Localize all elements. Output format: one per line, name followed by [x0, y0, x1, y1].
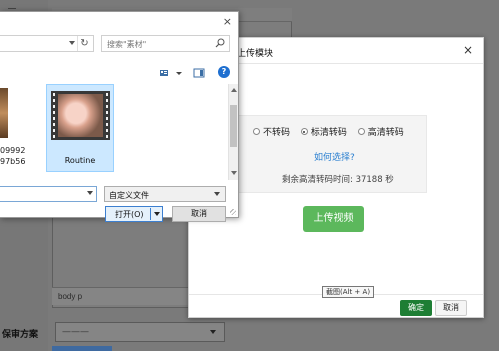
- cancel-button[interactable]: 取消: [172, 206, 226, 222]
- option-no-transcode[interactable]: 不转码: [253, 125, 290, 138]
- chevron-down-icon[interactable]: [87, 191, 93, 195]
- search-input[interactable]: 搜索"素材": [101, 35, 230, 52]
- how-to-choose-link[interactable]: 如何选择?: [314, 150, 355, 163]
- address-bar[interactable]: ↻: [0, 35, 94, 52]
- filetype-value: 自定义文件: [109, 191, 149, 200]
- background-button: [52, 346, 112, 351]
- background-field-label: 保审方案: [2, 330, 39, 340]
- transcode-panel: 不转码 标清转码 高清转码 如何选择? 剩余高清转码时间: 37188 秒: [234, 115, 427, 193]
- radio-icon: [253, 128, 260, 135]
- background-left-mark: [8, 8, 16, 9]
- scrollbar-thumb[interactable]: [230, 105, 237, 147]
- close-icon[interactable]: ×: [223, 15, 232, 28]
- chevron-down-icon[interactable]: [69, 41, 75, 45]
- close-icon[interactable]: ×: [463, 43, 473, 57]
- filename-input[interactable]: [0, 186, 97, 202]
- scroll-up-icon[interactable]: [231, 88, 237, 92]
- file-name: Routine: [64, 156, 96, 165]
- file-name-partial: 09992 97b56: [0, 146, 26, 166]
- file-tile-routine[interactable]: Routine: [46, 84, 114, 172]
- modal-title: 上传模块: [237, 49, 274, 59]
- cancel-button[interactable]: 取消: [435, 300, 467, 316]
- video-file-icon: [51, 91, 110, 140]
- vertical-scrollbar[interactable]: [228, 84, 238, 180]
- chevron-down-icon[interactable]: [154, 212, 160, 216]
- chevron-down-icon: [214, 192, 220, 196]
- scroll-down-icon[interactable]: [231, 171, 237, 175]
- confirm-button[interactable]: 确定: [400, 300, 432, 316]
- chevron-down-icon: [210, 330, 216, 334]
- background-select-value: ———: [62, 327, 89, 337]
- search-placeholder: 搜索"素材": [107, 40, 147, 49]
- refresh-icon[interactable]: ↻: [77, 36, 91, 51]
- upload-video-button[interactable]: 上传视频: [303, 206, 364, 232]
- help-icon[interactable]: ?: [218, 66, 230, 78]
- file-list: 09992 97b56 Routine: [0, 84, 228, 176]
- preview-pane-icon[interactable]: [193, 67, 205, 79]
- option-sd-transcode[interactable]: 标清转码: [300, 125, 347, 138]
- statusbar-path: body p: [58, 292, 83, 301]
- remaining-transcode-time: 剩余高清转码时间: 37188 秒: [282, 175, 394, 185]
- background-select: ———: [55, 322, 225, 342]
- file-open-dialog: × ↻ 搜索"素材" ? 09992 97b56 Routine 自定义文件 打…: [0, 11, 239, 222]
- open-button[interactable]: 打开(O): [105, 206, 163, 222]
- resize-grip[interactable]: [230, 209, 236, 215]
- search-icon: [215, 38, 225, 48]
- transcode-options: 不转码 标清转码 高清转码: [253, 125, 412, 138]
- screenshot-tooltip: 截图(Alt + A): [322, 286, 375, 298]
- filetype-select[interactable]: 自定义文件: [104, 186, 226, 202]
- radio-checked-icon: [300, 128, 308, 135]
- option-hd-transcode[interactable]: 高清转码: [357, 125, 404, 138]
- view-mode-icon[interactable]: [159, 67, 171, 79]
- chevron-down-icon[interactable]: [173, 67, 185, 79]
- file-thumbnail-partial[interactable]: [0, 88, 8, 138]
- radio-icon: [357, 128, 365, 135]
